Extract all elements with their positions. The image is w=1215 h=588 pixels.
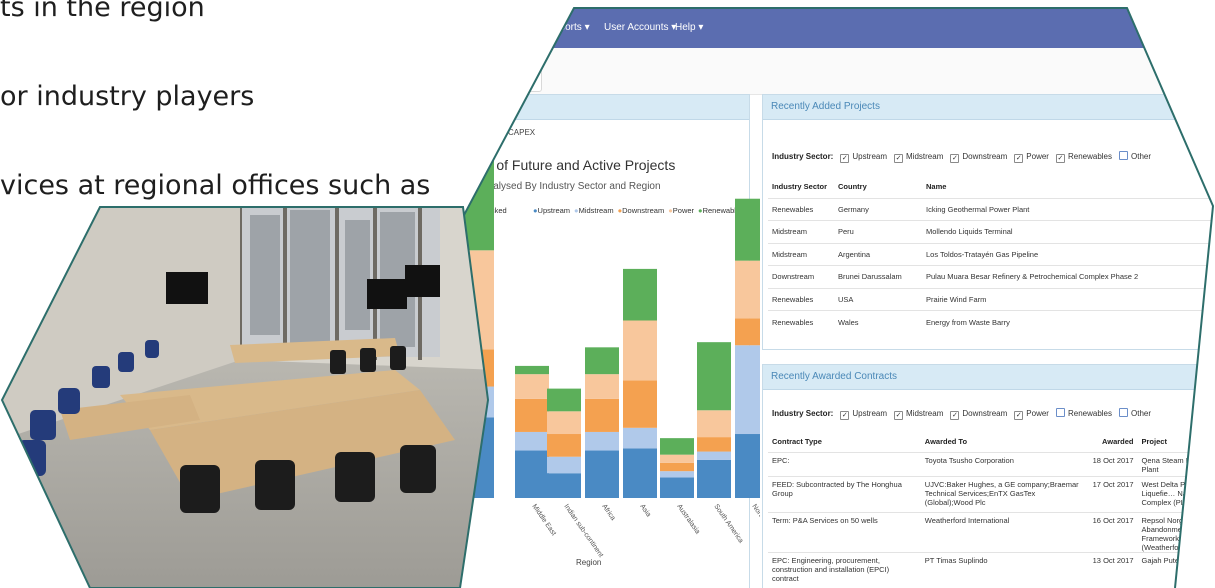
conference-room-photo (0, 206, 490, 588)
